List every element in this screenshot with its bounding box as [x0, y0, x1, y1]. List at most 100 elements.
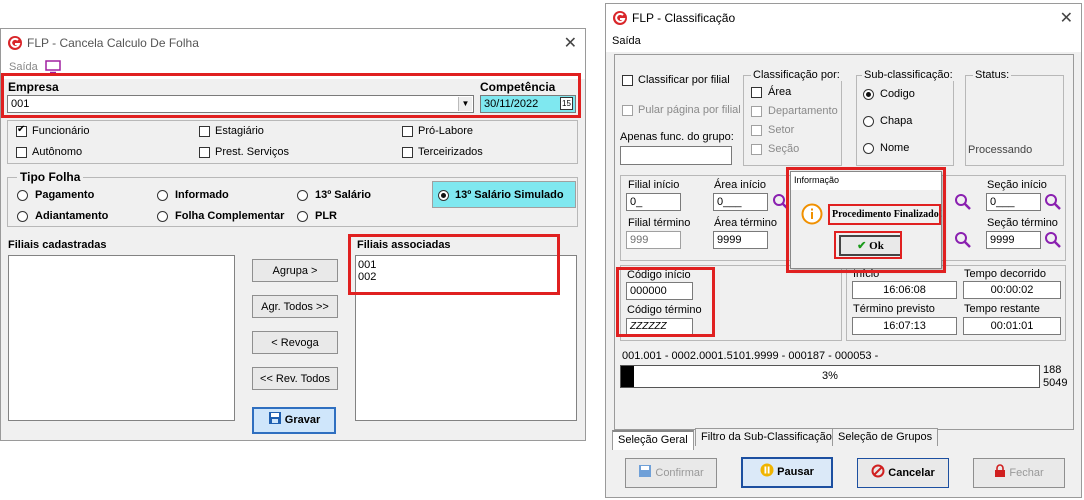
chevron-down-icon[interactable]: ▼	[458, 97, 472, 111]
search-icon[interactable]	[1044, 231, 1062, 249]
agrupa-button[interactable]: Agrupa >	[252, 259, 338, 282]
list-item[interactable]: 002	[358, 271, 376, 283]
termino-previsto-value: 16:07:13	[883, 320, 926, 332]
terceirizados-checkbox[interactable]	[402, 147, 413, 158]
menu-saida[interactable]: Saída	[9, 61, 38, 73]
fechar-button: Fechar	[973, 458, 1065, 488]
filial-inicio-label: Filial início	[628, 179, 680, 191]
funcionario-checkbox[interactable]	[16, 124, 27, 137]
calendar-icon[interactable]: 15	[560, 97, 573, 110]
ok-button[interactable]: ✔ Ok	[839, 235, 902, 256]
secao-termino-field[interactable]: 9999	[986, 231, 1041, 249]
departamento-label: Departamento	[768, 105, 838, 117]
gravar-button[interactable]: Gravar	[252, 407, 336, 434]
dialog-title: Informação	[794, 175, 840, 185]
agr-todos-label: Agr. Todos >>	[261, 301, 329, 313]
competencia-label: Competência	[480, 80, 556, 94]
inicio-time-field: 16:06:08	[852, 281, 957, 299]
app-logo-icon	[8, 36, 22, 50]
area-checkbox[interactable]	[751, 87, 762, 98]
menu-saida[interactable]: Saída	[612, 35, 641, 47]
codigo-radio[interactable]	[863, 89, 874, 100]
search-icon[interactable]	[954, 193, 972, 211]
tab-label: Seleção Geral	[618, 434, 688, 446]
pagamento-radio[interactable]	[17, 190, 28, 201]
codigo-inicio-value: 000000	[630, 285, 667, 297]
termino-previsto-label: Término previsto	[853, 303, 935, 315]
filial-termino-label: Filial término	[628, 217, 691, 229]
plr-label: PLR	[315, 210, 337, 222]
inicio-time-label: Início	[853, 268, 880, 280]
chapa-radio[interactable]	[863, 116, 874, 127]
nome-radio[interactable]	[863, 143, 874, 154]
tempo-decorrido-field: 00:00:02	[963, 281, 1061, 299]
window-title: FLP - Classificação	[632, 11, 736, 25]
codigo-termino-field[interactable]: ZZZZZZ	[626, 318, 693, 336]
secao-inicio-value: 0___	[990, 196, 1015, 208]
prest-servicos-label: Prest. Serviços	[215, 146, 289, 158]
fechar-label: Fechar	[1009, 467, 1044, 479]
search-icon[interactable]	[1044, 193, 1062, 211]
tempo-decorrido-label: Tempo decorrido	[964, 268, 1046, 280]
setor-label: Setor	[768, 124, 795, 136]
pro-labore-checkbox[interactable]	[402, 126, 413, 137]
save-icon	[639, 465, 652, 477]
revoga-button[interactable]: < Revoga	[252, 331, 338, 354]
funcionario-label: Funcionário	[32, 125, 90, 137]
13-salario-simulado-radio[interactable]	[438, 190, 449, 201]
agr-todos-button[interactable]: Agr. Todos >>	[252, 295, 338, 318]
prest-servicos-checkbox[interactable]	[199, 147, 210, 158]
area-termino-label: Área término	[714, 217, 777, 229]
plr-radio[interactable]	[297, 211, 308, 222]
dialog-titlebar: Informação	[791, 172, 941, 190]
list-item[interactable]: 001	[358, 259, 376, 271]
apenas-grupo-field[interactable]	[620, 146, 732, 165]
monitor-icon[interactable]	[45, 60, 61, 74]
tab-label: Filtro da Sub-Classificação	[701, 431, 832, 443]
empresa-select[interactable]: 001 ▼	[7, 95, 474, 113]
confirmar-button: Confirmar	[625, 458, 717, 488]
autonomo-checkbox[interactable]	[16, 147, 27, 158]
progress-bar: 3%	[620, 365, 1040, 388]
area-inicio-field[interactable]: 0___	[713, 193, 768, 211]
search-icon[interactable]	[954, 231, 972, 249]
filiais-associadas-label: Filiais associadas	[357, 239, 451, 251]
13-salario-simulado-label: 13º Salário Simulado	[455, 189, 564, 201]
competencia-field[interactable]: 30/11/2022 15	[480, 95, 576, 113]
filiais-associadas-list[interactable]: 001 002	[355, 255, 577, 421]
rev-todos-button[interactable]: << Rev. Todos	[252, 367, 338, 390]
tab-selecao-grupos[interactable]: Seleção de Grupos	[832, 428, 939, 446]
close-icon[interactable]: ✕	[564, 33, 577, 53]
folha-complementar-radio[interactable]	[157, 211, 168, 222]
secao-inicio-field[interactable]: 0___	[986, 193, 1041, 211]
filial-inicio-value: 0_	[630, 196, 643, 208]
informacao-dialog: Informação Procedimento Finalizado! ✔ Ok	[790, 171, 942, 269]
menu-bar: Saída	[606, 32, 1081, 52]
pausar-button[interactable]: Pausar	[741, 457, 833, 488]
classificar-por-filial-checkbox[interactable]	[622, 75, 633, 86]
filiais-cadastradas-list[interactable]	[8, 255, 235, 421]
departamento-checkbox	[751, 106, 762, 117]
area-termino-field[interactable]: 9999	[713, 231, 768, 249]
13-salario-radio[interactable]	[297, 190, 308, 201]
adiantamento-radio[interactable]	[17, 211, 28, 222]
tab-selecao-geral[interactable]: Seleção Geral	[612, 430, 694, 450]
estagiario-checkbox[interactable]	[199, 126, 210, 137]
empresa-label: Empresa	[8, 80, 59, 94]
cancelar-label: Cancelar	[888, 467, 935, 479]
lock-icon	[995, 464, 1006, 477]
informado-label: Informado	[175, 189, 229, 201]
cancelar-button[interactable]: Cancelar	[857, 458, 949, 488]
search-icon[interactable]	[772, 193, 790, 211]
13-salario-simulado-option[interactable]: 13º Salário Simulado	[432, 181, 576, 208]
filial-inicio-field[interactable]: 0_	[626, 193, 681, 211]
filial-termino-field[interactable]: 999	[626, 231, 681, 249]
informado-radio[interactable]	[157, 190, 168, 201]
nome-label: Nome	[880, 142, 910, 154]
13-salario-label: 13º Salário	[315, 189, 371, 201]
codigo-inicio-field[interactable]: 000000	[626, 282, 693, 300]
tempo-restante-field: 00:01:01	[963, 317, 1061, 335]
menu-bar: Saída	[1, 57, 585, 79]
close-icon[interactable]: ✕	[1060, 8, 1073, 28]
tab-filtro-subclassificacao[interactable]: Filtro da Sub-Classificação	[695, 428, 838, 446]
